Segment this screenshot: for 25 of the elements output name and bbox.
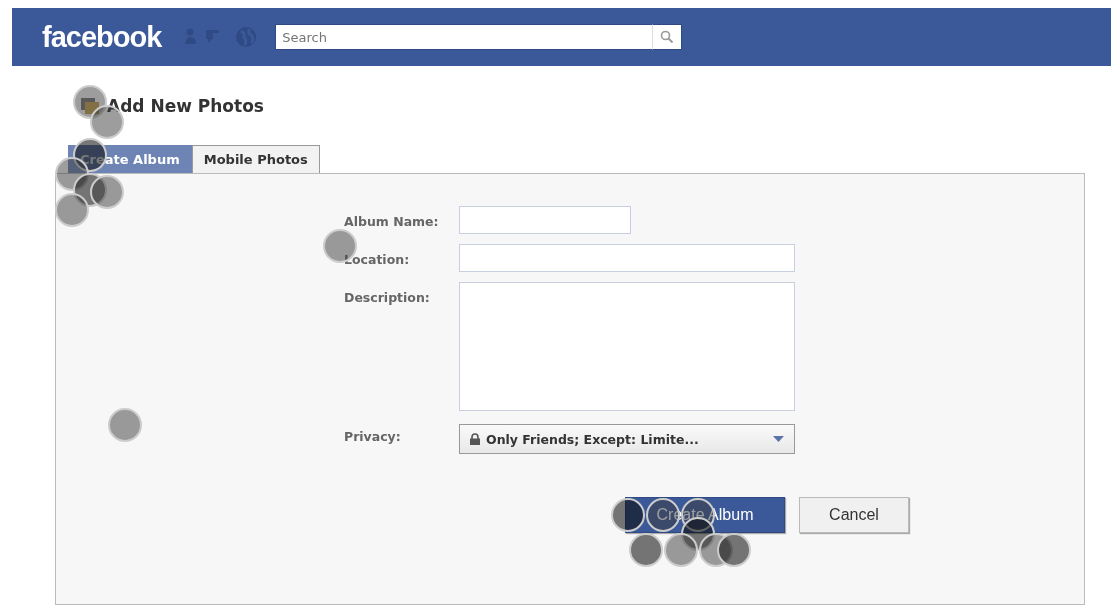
field-label: Description: (344, 289, 431, 307)
click-marker (73, 85, 107, 119)
privacy-dropdown[interactable]: Only Friends; Except: Limite... (459, 424, 795, 454)
logo[interactable]: facebook (42, 20, 162, 54)
click-marker (664, 533, 698, 567)
field-label: Privacy: (344, 428, 402, 446)
search-icon[interactable] (652, 24, 683, 50)
text-area[interactable] (459, 282, 795, 411)
click-marker (90, 175, 124, 209)
field-label: Album Name: (344, 213, 440, 231)
caret-icon (773, 436, 784, 442)
click-marker (611, 498, 645, 532)
click-marker (55, 193, 89, 227)
click-marker (108, 408, 142, 442)
click-marker (629, 533, 663, 567)
cancel-button[interactable]: Cancel (799, 497, 909, 533)
field-label: Location: (344, 251, 411, 269)
search-field[interactable]: Search (275, 24, 653, 50)
tab[interactable]: Mobile Photos (191, 145, 320, 173)
photos-icon (81, 98, 99, 114)
lock-icon (470, 433, 480, 445)
page-title: Add New Photos (107, 96, 264, 116)
click-marker (717, 533, 751, 567)
input-field[interactable] (459, 244, 795, 272)
input-field[interactable] (459, 206, 631, 234)
